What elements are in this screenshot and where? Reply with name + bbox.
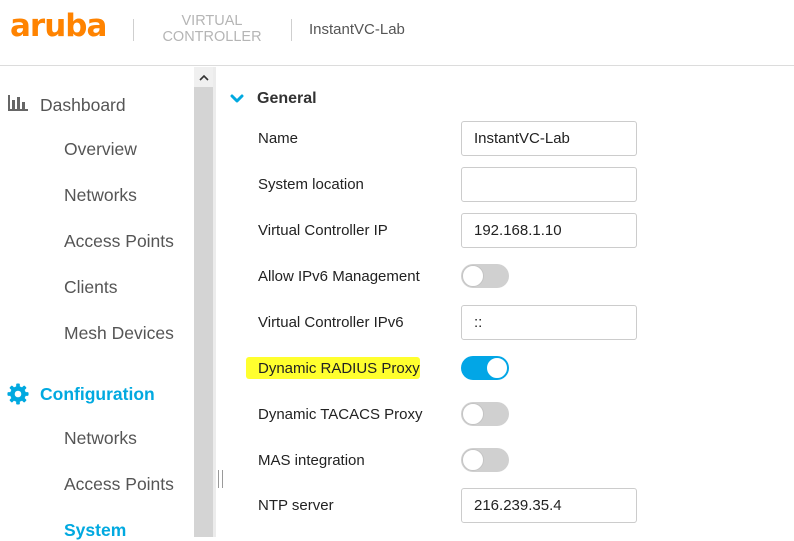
name-label: Name xyxy=(258,130,299,147)
sidebar-item-configuration[interactable]: Configuration xyxy=(40,384,155,405)
product-title-line2: CONTROLLER xyxy=(162,29,262,45)
instance-name: InstantVC-Lab xyxy=(309,21,405,38)
main-content: General Name InstantVC-Lab System locati… xyxy=(216,67,794,537)
toggle-knob xyxy=(462,265,484,287)
top-header: aruba VIRTUAL CONTROLLER InstantVC-Lab xyxy=(0,0,794,66)
chevron-down-icon[interactable] xyxy=(230,91,244,109)
header-divider xyxy=(133,19,134,41)
vc-ip-field[interactable]: 192.168.1.10 xyxy=(461,213,637,248)
toggle-knob xyxy=(486,357,508,379)
dynamic-tacacs-proxy-label: Dynamic TACACS Proxy xyxy=(258,406,423,423)
vc-ipv6-label: Virtual Controller IPv6 xyxy=(258,314,404,331)
sidebar-item-config-access-points[interactable]: Access Points xyxy=(64,474,174,495)
ntp-server-field[interactable]: 216.239.35.4 xyxy=(461,488,637,523)
dynamic-radius-proxy-toggle[interactable] xyxy=(461,356,509,380)
ntp-server-label: NTP server xyxy=(258,497,334,514)
section-title-general[interactable]: General xyxy=(257,90,317,108)
vc-ipv6-field[interactable]: :: xyxy=(461,305,637,340)
header-divider xyxy=(291,19,292,41)
sidebar-item-dashboard-networks[interactable]: Networks xyxy=(64,185,137,206)
gear-icon xyxy=(7,383,29,410)
sidebar-item-clients[interactable]: Clients xyxy=(64,277,118,298)
system-location-label: System location xyxy=(258,176,364,193)
sidebar-item-mesh-devices[interactable]: Mesh Devices xyxy=(64,323,174,344)
bar-chart-icon xyxy=(7,94,29,117)
scroll-up-button[interactable] xyxy=(194,67,213,87)
system-location-field[interactable] xyxy=(461,167,637,202)
vc-ip-label: Virtual Controller IP xyxy=(258,222,388,239)
sidebar-item-system[interactable]: System xyxy=(64,520,126,541)
sidebar-item-dashboard-access-points[interactable]: Access Points xyxy=(64,231,174,252)
product-title-line1: VIRTUAL xyxy=(181,13,243,29)
mas-integration-label: MAS integration xyxy=(258,452,365,469)
dynamic-tacacs-proxy-toggle[interactable] xyxy=(461,402,509,426)
sidebar-nav: Dashboard Overview Networks Access Point… xyxy=(0,67,194,540)
allow-ipv6-toggle[interactable] xyxy=(461,264,509,288)
sidebar-item-dashboard[interactable]: Dashboard xyxy=(40,95,126,116)
toggle-knob xyxy=(462,449,484,471)
sidebar-item-overview[interactable]: Overview xyxy=(64,139,137,160)
allow-ipv6-label: Allow IPv6 Management xyxy=(258,268,420,285)
mas-integration-toggle[interactable] xyxy=(461,448,509,472)
toggle-knob xyxy=(462,403,484,425)
product-title: VIRTUAL CONTROLLER xyxy=(150,13,274,45)
name-field[interactable]: InstantVC-Lab xyxy=(461,121,637,156)
dynamic-radius-proxy-label: Dynamic RADIUS Proxy xyxy=(258,360,420,377)
sidebar-scrollbar[interactable] xyxy=(194,67,213,537)
sidebar-item-config-networks[interactable]: Networks xyxy=(64,428,137,449)
aruba-logo[interactable]: aruba xyxy=(10,8,107,44)
chevron-up-icon xyxy=(198,74,209,81)
